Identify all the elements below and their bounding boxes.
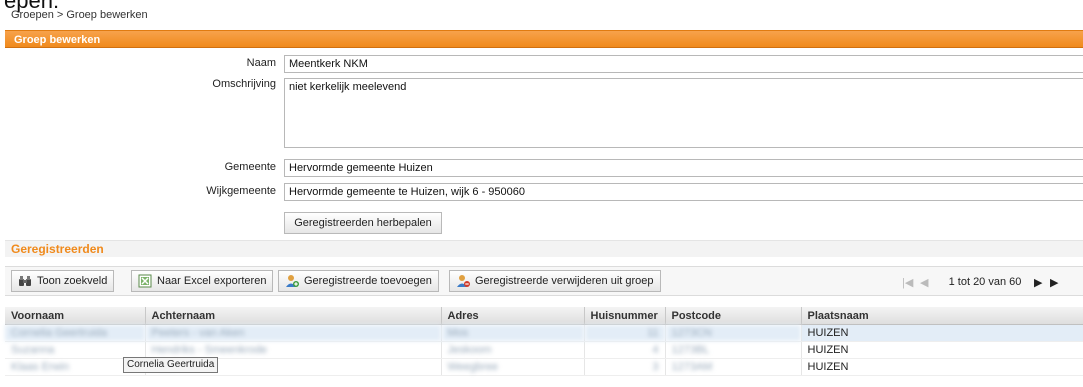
first-page-icon[interactable]: |◀: [902, 276, 920, 289]
cell-huisnummer: 3: [584, 358, 666, 376]
gemeente-label: Gemeente: [224, 161, 276, 173]
cell-voornaam: Cornelia Geertruida: [5, 324, 146, 342]
cell-adres: Jeskoom: [441, 341, 585, 359]
table-row[interactable]: Cornelia Geertruida Peeters - van Aken M…: [5, 324, 1083, 342]
gemeente-field[interactable]: [284, 159, 1083, 177]
omschrijving-field[interactable]: niet kerkelijk meelevend: [284, 78, 1083, 148]
col-postcode[interactable]: Postcode: [665, 307, 802, 325]
next-page-icon[interactable]: ▶: [1034, 276, 1050, 289]
cell-achternaam: Peeters - van Aken: [145, 324, 442, 342]
toon-zoekveld-label: Toon zoekveld: [37, 275, 108, 287]
toevoegen-button[interactable]: Geregistreerde toevoegen: [278, 270, 439, 292]
last-page-icon[interactable]: ▶: [1050, 276, 1064, 289]
cell-postcode: 1273CN: [665, 324, 802, 342]
col-achternaam[interactable]: Achternaam: [145, 307, 442, 325]
cell-postcode: 1273AM: [665, 358, 802, 376]
cell-achternaam: Hendriks - Smeenkrode: [145, 341, 442, 359]
grid-header-row: Voornaam Achternaam Adres Huisnummer Pos…: [5, 307, 1083, 325]
verwijderen-button[interactable]: Geregistreerde verwijderen uit groep: [449, 270, 661, 292]
cell-huisnummer: 4: [584, 341, 666, 359]
cell-plaatsnaam: HUIZEN: [801, 324, 1083, 342]
table-row[interactable]: Suzanna Hendriks - Smeenkrode Jeskoom 4 …: [5, 341, 1083, 359]
remove-user-icon: [456, 274, 470, 288]
toon-zoekveld-button[interactable]: Toon zoekveld: [11, 270, 115, 292]
cell-postcode: 1273BL: [665, 341, 802, 359]
naam-label: Naam: [246, 57, 276, 69]
cell-plaatsnaam: HUIZEN: [801, 358, 1083, 376]
wijkgemeente-label: Wijkgemeente: [206, 185, 276, 197]
pager: |◀ ◀ 1 tot 20 van 60 ▶ ▶: [902, 272, 1064, 292]
section-title: Geregistreerden: [5, 240, 1083, 257]
col-voornaam[interactable]: Voornaam: [5, 307, 146, 325]
wijkgemeente-field[interactable]: [284, 183, 1083, 201]
add-user-icon: [285, 274, 299, 288]
grid-toolbar: Toon zoekveld Naar Excel exporteren Gere…: [5, 266, 1083, 296]
breadcrumb: Groepen > Groep bewerken: [11, 9, 148, 21]
herbepalen-button[interactable]: Geregistreerden herbepalen: [284, 212, 442, 234]
cell-voornaam: Suzanna: [5, 341, 146, 359]
toevoegen-label: Geregistreerde toevoegen: [304, 275, 432, 287]
naam-field[interactable]: [284, 55, 1083, 73]
excel-export-label: Naar Excel exporteren: [157, 275, 267, 287]
verwijderen-label: Geregistreerde verwijderen uit groep: [475, 275, 654, 287]
prev-page-icon[interactable]: ◀: [920, 276, 936, 289]
omschrijving-label: Omschrijving: [212, 78, 276, 90]
binoculars-icon: [18, 274, 32, 288]
excel-icon: [138, 274, 152, 288]
col-adres[interactable]: Adres: [441, 307, 585, 325]
col-plaatsnaam[interactable]: Plaatsnaam: [801, 307, 1083, 325]
cell-plaatsnaam: HUIZEN: [801, 341, 1083, 359]
col-huisnummer[interactable]: Huisnummer: [584, 307, 666, 325]
pager-range: 1 tot 20 van 60: [948, 276, 1022, 288]
cell-adres: Mos: [441, 324, 585, 342]
excel-export-button[interactable]: Naar Excel exporteren: [131, 270, 274, 292]
herbepalen-button-label: Geregistreerden herbepalen: [294, 217, 432, 229]
tooltip: Cornelia Geertruida: [123, 357, 219, 373]
panel-title: Groep bewerken: [5, 30, 1083, 48]
cell-adres: Weegbree: [441, 358, 585, 376]
cell-huisnummer: 11: [584, 324, 666, 342]
